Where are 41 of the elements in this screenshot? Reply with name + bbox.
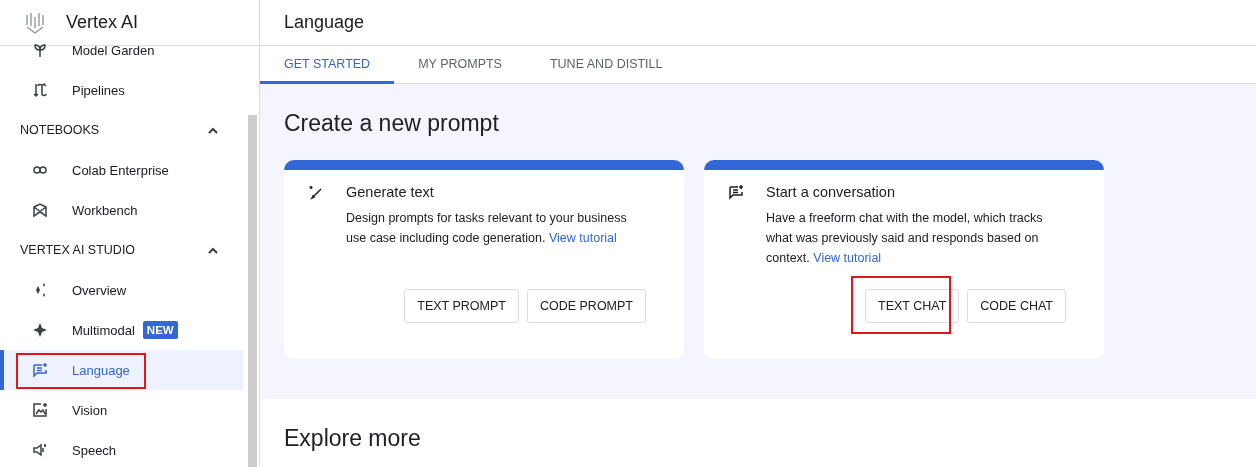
section-heading: VERTEX AI STUDIO (20, 243, 136, 257)
new-badge: NEW (142, 321, 178, 339)
app-title: Vertex AI (66, 12, 139, 33)
tab[interactable]: MY PROMPTS (394, 46, 526, 84)
chat-icon (32, 362, 48, 378)
sprout-icon (32, 42, 48, 58)
pen-icon (308, 184, 324, 200)
nav-item[interactable]: Pipelines (0, 70, 243, 110)
tutorial-link[interactable]: View tutorial (813, 251, 882, 265)
nav-item[interactable]: Multimodal NEW (0, 310, 243, 350)
tab[interactable]: TUNE AND DISTILL (525, 46, 687, 84)
logo-icon (24, 10, 46, 35)
speaker-icon (32, 442, 48, 458)
scrollbar[interactable] (248, 115, 257, 467)
section-heading: Create a new prompt (284, 110, 500, 137)
tutorial-link[interactable]: View tutorial (548, 231, 617, 245)
sparkle-icon (32, 322, 48, 338)
nav-item[interactable]: Workbench (0, 190, 243, 230)
prompt-button[interactable]: TEXT CHAT (865, 289, 960, 323)
section-heading: Explore more (284, 425, 422, 452)
workbench-icon (32, 202, 48, 218)
nav-item[interactable]: Language (0, 350, 243, 390)
prompt-button[interactable]: CODE PROMPT (526, 289, 646, 323)
image-icon (32, 402, 48, 418)
page-title: Language (260, 0, 1256, 46)
card-description: Have a freeform chat with the model, which tracks what was previously said and responds based on context. View tutorial (766, 210, 1044, 267)
arrows-icon (32, 82, 48, 98)
nav-item[interactable]: Speech (0, 430, 243, 467)
prompt-button[interactable]: CODE CHAT (967, 289, 1066, 323)
nav-item[interactable]: Colab Enterprise (0, 150, 243, 190)
chat-icon (728, 184, 744, 200)
section-heading: NOTEBOOKS (20, 123, 100, 137)
card-title: Start a conversation (766, 184, 896, 200)
chevron-icon[interactable] (207, 246, 219, 254)
nav-item[interactable]: Model Garden (0, 30, 243, 70)
nav-item[interactable]: Overview (0, 270, 243, 310)
card-title: Generate text (346, 184, 435, 200)
chevron-icon[interactable] (207, 126, 219, 134)
prompt-button[interactable]: TEXT PROMPT (404, 289, 519, 323)
nav-item[interactable]: Vision (0, 390, 243, 430)
card-description: Design prompts for tasks relevant to your business use case including code generation. View tutorial (346, 210, 628, 247)
